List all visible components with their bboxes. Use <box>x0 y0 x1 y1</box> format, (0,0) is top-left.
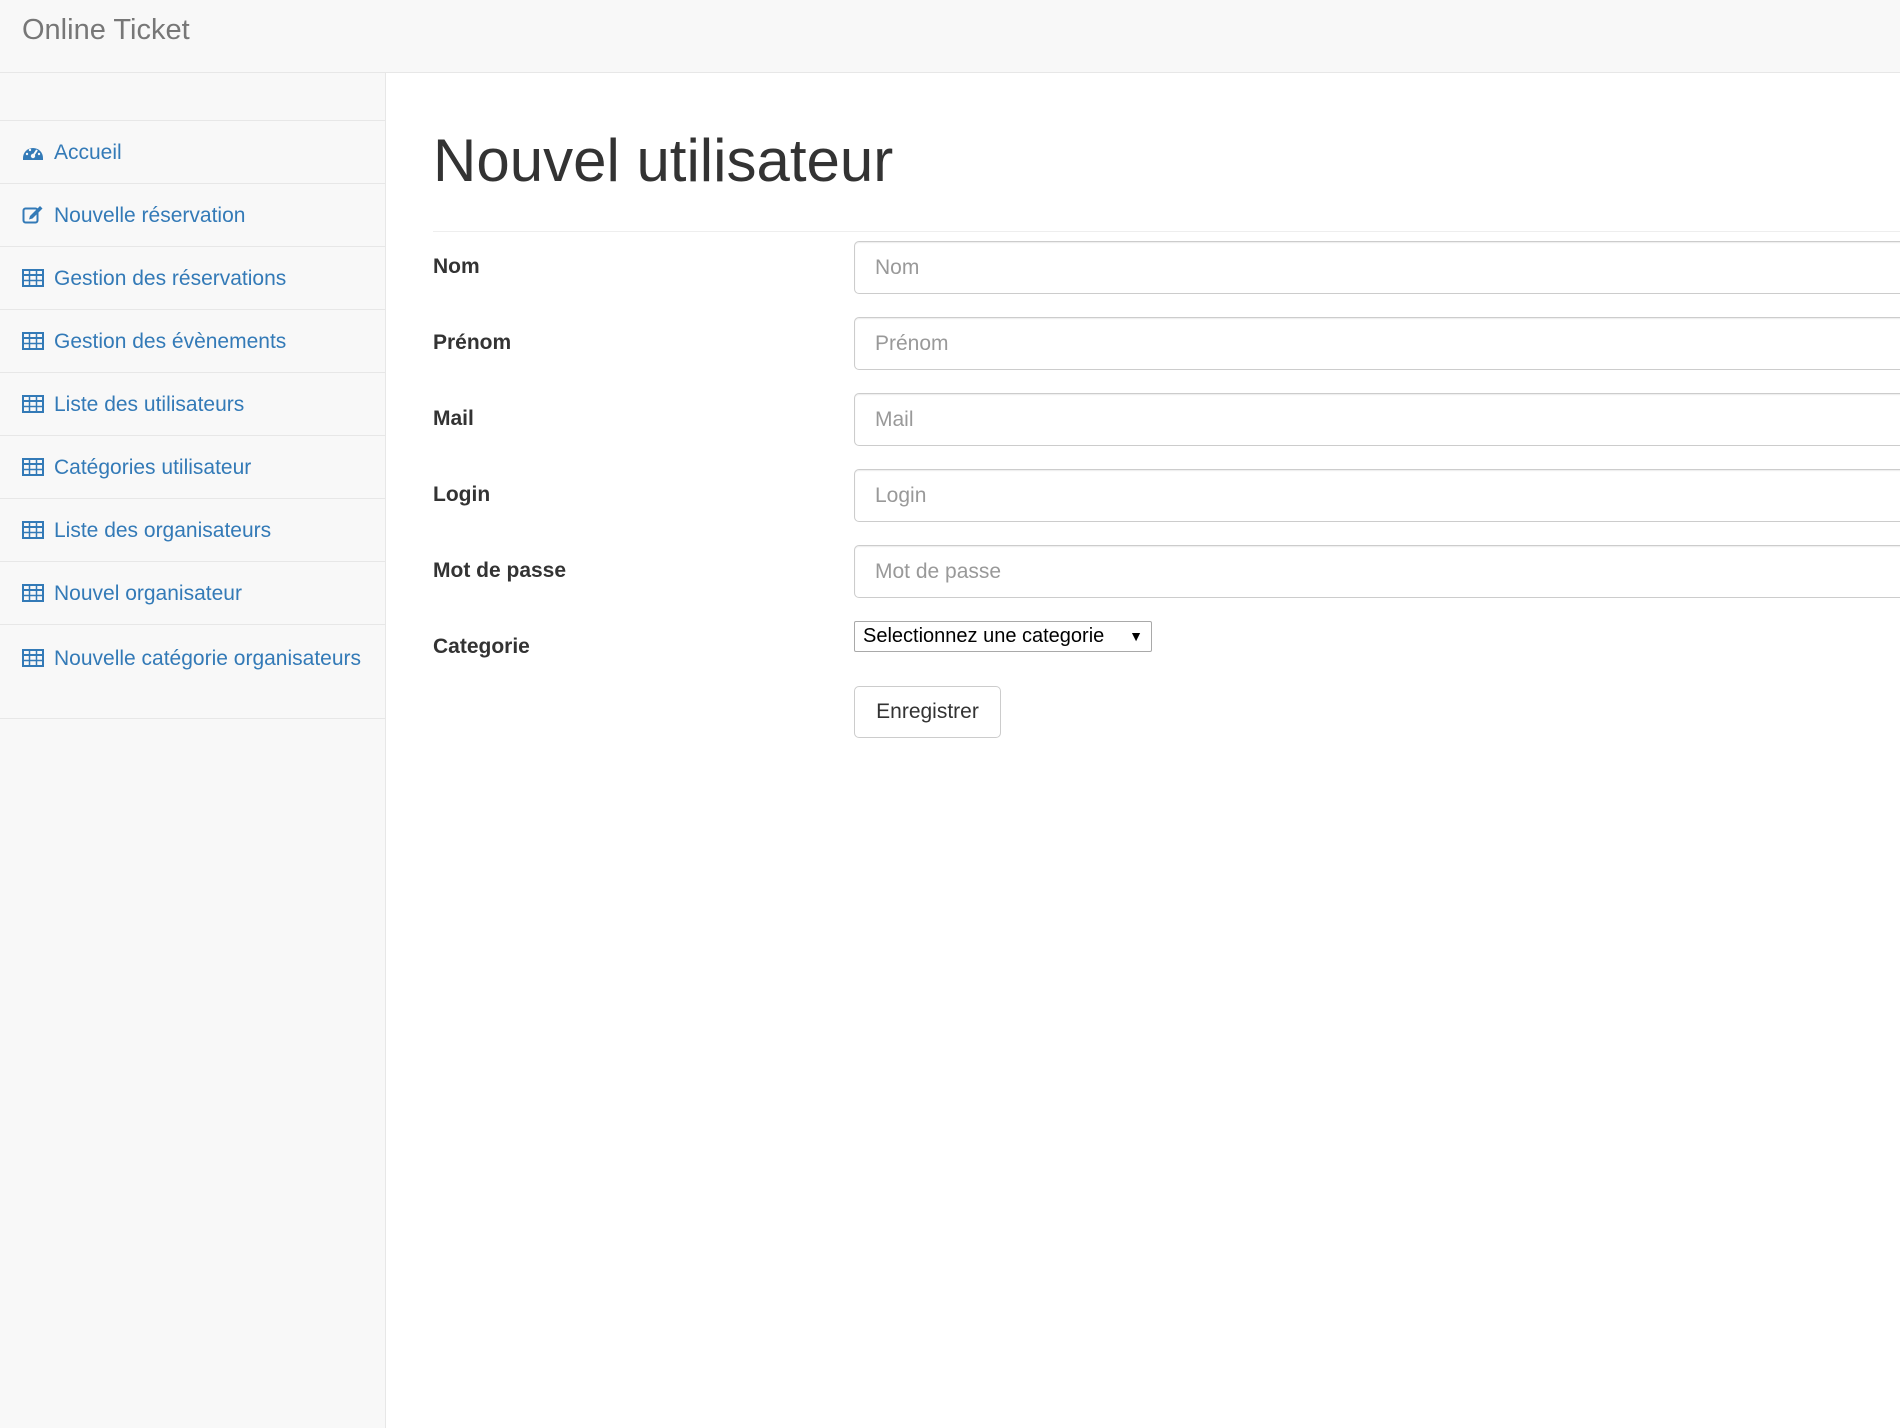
sidebar-item-liste-utilisateurs[interactable]: Liste des utilisateurs <box>0 372 385 435</box>
table-icon <box>22 649 48 667</box>
nom-label: Nom <box>433 255 480 278</box>
enregistrer-button[interactable]: Enregistrer <box>854 686 1001 738</box>
sidebar-item-label: Gestion des réservations <box>54 267 287 290</box>
sidebar-item-label: Nouvelle catégorie organisateurs <box>54 647 362 670</box>
table-icon <box>22 269 48 287</box>
table-icon <box>22 332 48 350</box>
sidebar-item-nouvelle-categorie-organisateurs[interactable]: Nouvelle catégorie organisateurs <box>0 624 385 719</box>
main-content: Nouvel utilisateur Nom Prénom Mail Login… <box>386 73 1900 1428</box>
form-row-submit: Enregistrer <box>433 686 1900 741</box>
login-label: Login <box>433 483 491 506</box>
sidebar-item-label: Gestion des évènements <box>54 330 287 353</box>
sidebar-item-liste-organisateurs[interactable]: Liste des organisateurs <box>0 498 385 561</box>
mail-label: Mail <box>433 407 474 430</box>
form-row-login: Login <box>433 469 1900 524</box>
sidebar-item-label: Accueil <box>54 141 122 164</box>
nom-input[interactable] <box>854 241 1900 294</box>
edit-icon <box>22 204 48 224</box>
table-icon <box>22 395 48 413</box>
table-icon <box>22 521 48 539</box>
sidebar-item-gestion-evenements[interactable]: Gestion des évènements <box>0 309 385 372</box>
dashboard-icon <box>22 143 48 161</box>
sidebar: Accueil Nouvelle réservation Gestion des… <box>0 73 386 1428</box>
sidebar-item-gestion-reservations[interactable]: Gestion des réservations <box>0 246 385 309</box>
mail-input[interactable] <box>854 393 1900 446</box>
form-row-nom: Nom <box>433 241 1900 296</box>
form-row-mail: Mail <box>433 393 1900 448</box>
sidebar-item-categories-utilisateur[interactable]: Catégories utilisateur <box>0 435 385 498</box>
sidebar-item-nouvel-organisateur[interactable]: Nouvel organisateur <box>0 561 385 624</box>
password-input[interactable] <box>854 545 1900 598</box>
page-title: Nouvel utilisateur <box>433 127 894 194</box>
table-icon <box>22 458 48 476</box>
sidebar-item-label: Nouvelle réservation <box>54 204 246 227</box>
form-row-mot-de-passe: Mot de passe <box>433 545 1900 600</box>
categorie-select-value: Selectionnez une categorie <box>863 625 1105 647</box>
prenom-label: Prénom <box>433 331 512 354</box>
categorie-label: Categorie <box>433 635 530 658</box>
sidebar-item-label: Catégories utilisateur <box>54 456 252 479</box>
categorie-select[interactable]: Selectionnez une categorie ▼ <box>854 621 1152 652</box>
top-navbar: Online Ticket <box>0 0 1900 73</box>
form-row-categorie: Categorie Selectionnez une categorie ▼ <box>433 621 1900 676</box>
sidebar-item-label: Liste des utilisateurs <box>54 393 245 416</box>
table-icon <box>22 584 48 602</box>
sidebar-menu: Accueil Nouvelle réservation Gestion des… <box>0 120 385 719</box>
login-input[interactable] <box>854 469 1900 522</box>
prenom-input[interactable] <box>854 317 1900 370</box>
password-label: Mot de passe <box>433 559 567 582</box>
sidebar-item-label: Nouvel organisateur <box>54 582 242 605</box>
page-header: Nouvel utilisateur <box>433 131 1900 232</box>
sidebar-item-label: Liste des organisateurs <box>54 519 272 542</box>
form-row-prenom: Prénom <box>433 317 1900 372</box>
sidebar-item-nouvelle-reservation[interactable]: Nouvelle réservation <box>0 183 385 246</box>
chevron-down-icon: ▼ <box>1129 628 1143 644</box>
sidebar-item-accueil[interactable]: Accueil <box>0 120 385 183</box>
brand-link[interactable]: Online Ticket <box>22 14 190 47</box>
